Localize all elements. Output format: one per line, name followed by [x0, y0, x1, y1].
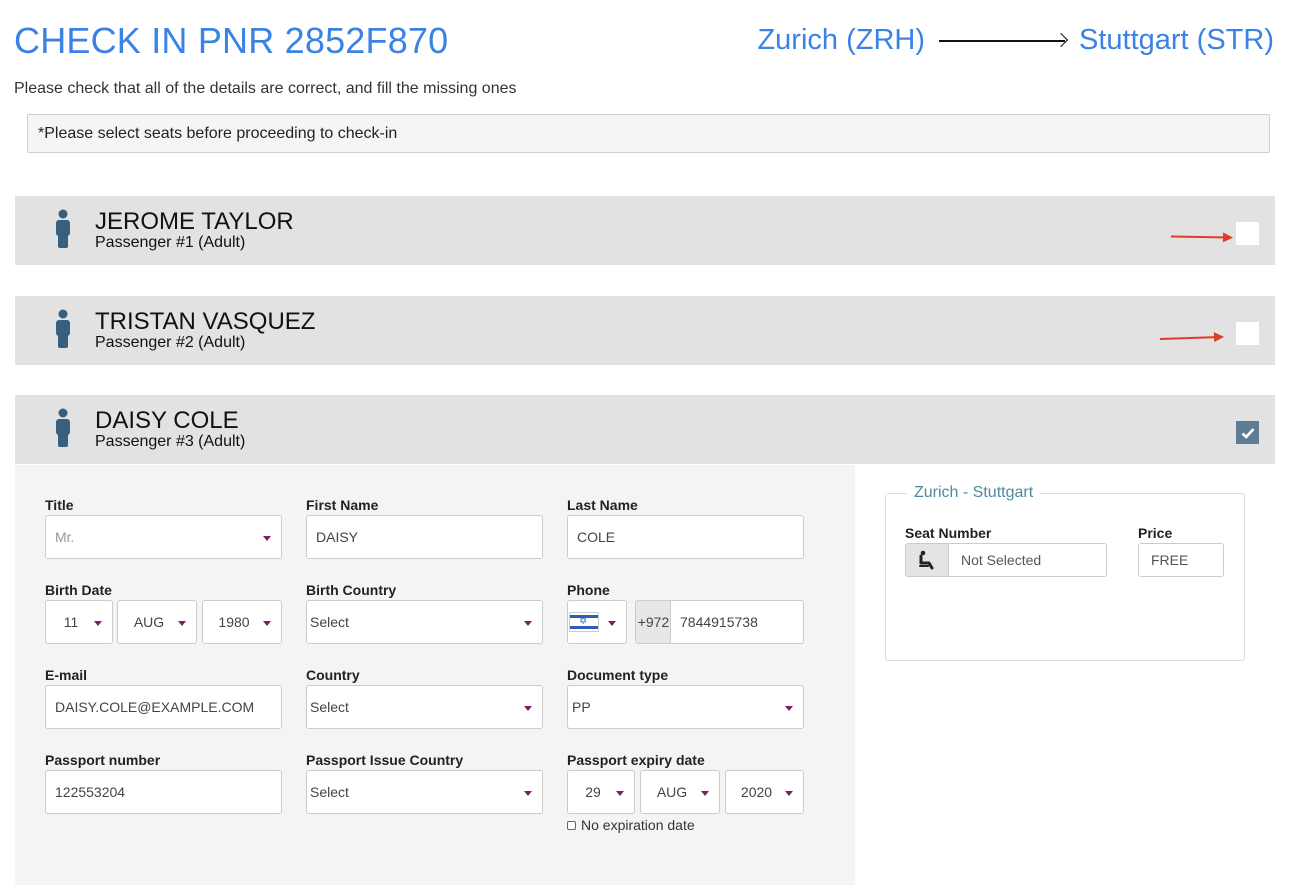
chevron-down-icon [701, 791, 709, 796]
phone-number-input[interactable]: 7844915738 [670, 600, 804, 644]
passenger-row-1[interactable]: JEROME TAYLOR Passenger #1 (Adult) [15, 196, 1275, 265]
birth-month-value: AUG [133, 614, 165, 630]
last-name-input[interactable]: COLE [567, 515, 804, 559]
birth-year-select[interactable]: 1980 [202, 600, 282, 644]
first-name-input[interactable]: DAISY [306, 515, 543, 559]
chevron-down-icon [263, 536, 271, 541]
expiry-month-select[interactable]: AUG [640, 770, 720, 814]
title-label: Title [45, 497, 74, 513]
birth-country-value: Select [310, 614, 349, 630]
origin-label: Zurich (ZRH) [757, 24, 925, 56]
passenger-row-2[interactable]: TRISTAN VASQUEZ Passenger #2 (Adult) [15, 296, 1275, 365]
checkmark-icon [1241, 427, 1254, 439]
israel-flag-icon: ✡ [569, 612, 599, 632]
flight-route: Zurich (ZRH) Stuttgart (STR) [757, 24, 1274, 57]
destination-label: Stuttgart (STR) [1079, 24, 1274, 56]
passenger-name: JEROME TAYLOR [95, 208, 294, 235]
seat-icon [919, 550, 934, 570]
birth-country-select[interactable]: Select [306, 600, 543, 644]
birth-month-select[interactable]: AUG [117, 600, 197, 644]
passport-issue-country-value: Select [310, 784, 349, 800]
route-arrow-icon [939, 39, 1065, 42]
no-expiration-label: No expiration date [581, 817, 695, 833]
last-name-label: Last Name [567, 497, 638, 513]
passenger-row-3[interactable]: DAISY COLE Passenger #3 (Adult) [15, 395, 1275, 464]
no-expiration-option[interactable]: No expiration date [567, 817, 695, 833]
chevron-down-icon [178, 621, 186, 626]
passenger-name: DAISY COLE [95, 407, 239, 434]
email-input[interactable]: DAISY.COLE@EXAMPLE.COM [45, 685, 282, 729]
price-label: Price [1138, 525, 1173, 541]
seat-select-button[interactable] [905, 543, 949, 577]
last-name-value: COLE [577, 529, 616, 545]
title-value: Mr. [55, 529, 75, 545]
phone-country-select[interactable]: ✡ [567, 600, 627, 644]
first-name-label: First Name [306, 497, 379, 513]
price-field: FREE [1138, 543, 1224, 577]
chevron-down-icon [785, 706, 793, 711]
seat-number-field[interactable]: Not Selected [949, 543, 1107, 577]
birth-year-value: 1980 [218, 614, 250, 630]
passenger-checkbox-1[interactable] [1235, 221, 1260, 246]
chevron-down-icon [524, 791, 532, 796]
passenger-type: Passenger #2 (Adult) [95, 334, 246, 351]
chevron-down-icon [608, 621, 616, 626]
seat-notice: *Please select seats before proceeding t… [27, 114, 1270, 153]
passenger-checkbox-2[interactable] [1235, 321, 1260, 346]
phone-code: +972 [635, 600, 671, 644]
birth-country-label: Birth Country [306, 582, 397, 598]
birth-day-select[interactable]: 11 [45, 600, 113, 644]
birth-day-value: 11 [63, 614, 79, 630]
passport-number-value: 122553204 [55, 784, 126, 800]
expiry-day-value: 29 [585, 784, 601, 800]
no-expiration-checkbox[interactable] [567, 820, 576, 830]
person-icon [56, 209, 70, 248]
instructions-text: Please check that all of the details are… [14, 80, 517, 97]
country-select[interactable]: Select [306, 685, 543, 729]
passport-number-input[interactable]: 122553204 [45, 770, 282, 814]
chevron-down-icon [524, 706, 532, 711]
person-icon [56, 408, 70, 447]
person-icon [56, 309, 70, 348]
email-value: DAISY.COLE@EXAMPLE.COM [55, 699, 255, 715]
passenger-type: Passenger #3 (Adult) [95, 433, 246, 450]
title-select[interactable]: Mr. [45, 515, 282, 559]
document-type-value: PP [572, 699, 591, 715]
country-value: Select [310, 699, 349, 715]
chevron-down-icon [524, 621, 532, 626]
phone-label: Phone [567, 582, 610, 598]
email-label: E-mail [45, 667, 88, 683]
passenger-checkbox-3[interactable] [1235, 420, 1260, 445]
chevron-down-icon [94, 621, 102, 626]
document-type-select[interactable]: PP [567, 685, 804, 729]
passenger-type: Passenger #1 (Adult) [95, 234, 246, 251]
passport-issue-country-label: Passport Issue Country [306, 752, 464, 768]
first-name-value: DAISY [316, 529, 359, 545]
passenger-name: TRISTAN VASQUEZ [95, 308, 316, 335]
country-label: Country [306, 667, 360, 683]
seat-number-label: Seat Number [905, 525, 992, 541]
segment-panel [885, 493, 1245, 661]
passport-issue-country-select[interactable]: Select [306, 770, 543, 814]
segment-title: Zurich - Stuttgart [907, 484, 1041, 502]
passport-expiry-label: Passport expiry date [567, 752, 705, 768]
phone-number-value: 7844915738 [680, 614, 758, 630]
chevron-down-icon [785, 791, 793, 796]
expiry-day-select[interactable]: 29 [567, 770, 635, 814]
chevron-down-icon [616, 791, 624, 796]
chevron-down-icon [263, 621, 271, 626]
expiry-year-value: 2020 [740, 784, 773, 800]
document-type-label: Document type [567, 667, 669, 683]
passport-number-label: Passport number [45, 752, 161, 768]
expiry-month-value: AUG [656, 784, 688, 800]
expiry-year-select[interactable]: 2020 [725, 770, 804, 814]
page-title: CHECK IN PNR 2852F870 [14, 20, 449, 61]
birth-date-label: Birth Date [45, 582, 112, 598]
